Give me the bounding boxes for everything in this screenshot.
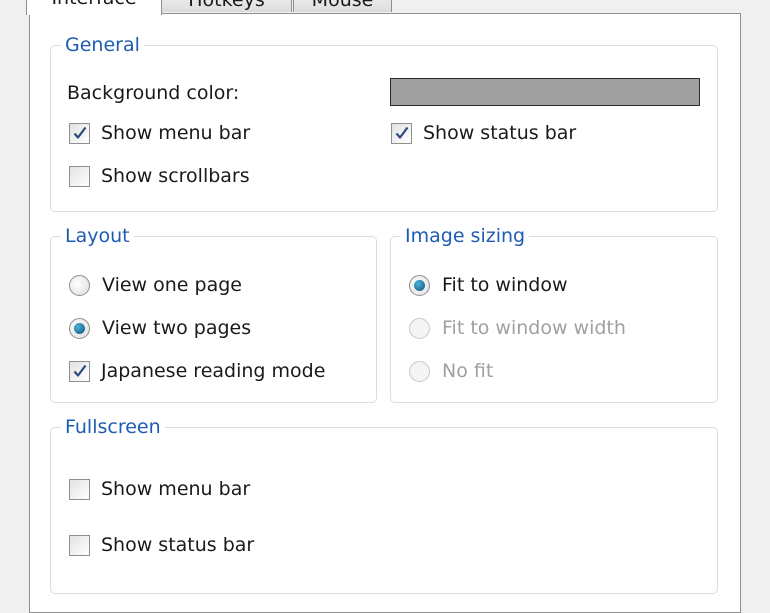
show-status-bar-checkbox-box[interactable]	[391, 122, 412, 144]
layout-group-title: Layout	[61, 223, 134, 249]
background-color-row: Background color:	[67, 81, 239, 105]
radio-dot-icon	[414, 279, 425, 291]
interface-tab-panel: General Background color: Show menu bar …	[29, 13, 741, 613]
image-sizing-group: Image sizing Fit to window Fit to window…	[390, 223, 718, 403]
japanese-reading-mode-checkbox[interactable]: Japanese reading mode	[69, 359, 325, 383]
view-one-page-radio-button[interactable]	[69, 274, 90, 296]
show-status-bar-label: Show status bar	[423, 122, 577, 144]
view-two-pages-label: View two pages	[102, 317, 252, 339]
tab-strip: Interface Hotkeys Mouse	[20, 0, 392, 15]
tab-hotkeys[interactable]: Hotkeys	[161, 0, 292, 12]
image-sizing-group-title: Image sizing	[401, 223, 530, 249]
show-menu-bar-checkbox-box[interactable]	[69, 122, 90, 144]
fullscreen-group-title: Fullscreen	[61, 414, 165, 440]
fullscreen-show-status-bar-checkbox-box[interactable]	[69, 534, 90, 556]
tab-mouse[interactable]: Mouse	[293, 0, 392, 12]
checkmark-icon	[395, 126, 408, 139]
fit-to-window-radio-button[interactable]	[409, 274, 430, 296]
show-status-bar-checkbox[interactable]: Show status bar	[391, 121, 576, 145]
radio-dot-icon	[74, 322, 85, 334]
checkmark-icon	[73, 364, 86, 377]
fullscreen-group: Fullscreen Show menu bar Show status bar	[50, 414, 718, 594]
fit-to-window-label: Fit to window	[442, 274, 568, 296]
fullscreen-show-menu-bar-checkbox[interactable]: Show menu bar	[69, 477, 250, 501]
japanese-reading-mode-checkbox-box[interactable]	[69, 360, 90, 382]
fit-to-window-width-radio: Fit to window width	[409, 316, 626, 340]
background-color-picker[interactable]	[390, 78, 700, 106]
show-menu-bar-label: Show menu bar	[101, 122, 251, 144]
view-two-pages-radio-button[interactable]	[69, 317, 90, 339]
no-fit-label: No fit	[442, 360, 494, 382]
show-scrollbars-checkbox[interactable]: Show scrollbars	[69, 164, 250, 188]
fullscreen-show-menu-bar-label: Show menu bar	[101, 478, 251, 500]
background-color-label: Background color:	[67, 82, 240, 104]
fit-to-window-width-radio-button	[409, 317, 430, 339]
fit-to-window-width-label: Fit to window width	[442, 317, 626, 339]
view-one-page-radio[interactable]: View one page	[69, 273, 242, 297]
fit-to-window-radio[interactable]: Fit to window	[409, 273, 568, 297]
tab-interface[interactable]: Interface	[26, 0, 162, 15]
fullscreen-show-status-bar-checkbox[interactable]: Show status bar	[69, 533, 254, 557]
general-group-title: General	[61, 32, 144, 58]
show-scrollbars-label: Show scrollbars	[101, 165, 250, 187]
general-group: General Background color: Show menu bar …	[50, 32, 718, 212]
fullscreen-show-status-bar-label: Show status bar	[101, 534, 255, 556]
no-fit-radio-button	[409, 360, 430, 382]
show-scrollbars-checkbox-box[interactable]	[69, 165, 90, 187]
layout-group: Layout View one page View two pages Japa…	[50, 223, 377, 403]
checkmark-icon	[73, 126, 86, 139]
no-fit-radio: No fit	[409, 359, 493, 383]
fullscreen-show-menu-bar-checkbox-box[interactable]	[69, 478, 90, 500]
show-menu-bar-checkbox[interactable]: Show menu bar	[69, 121, 250, 145]
view-two-pages-radio[interactable]: View two pages	[69, 316, 251, 340]
view-one-page-label: View one page	[102, 274, 242, 296]
japanese-reading-mode-label: Japanese reading mode	[101, 360, 326, 382]
